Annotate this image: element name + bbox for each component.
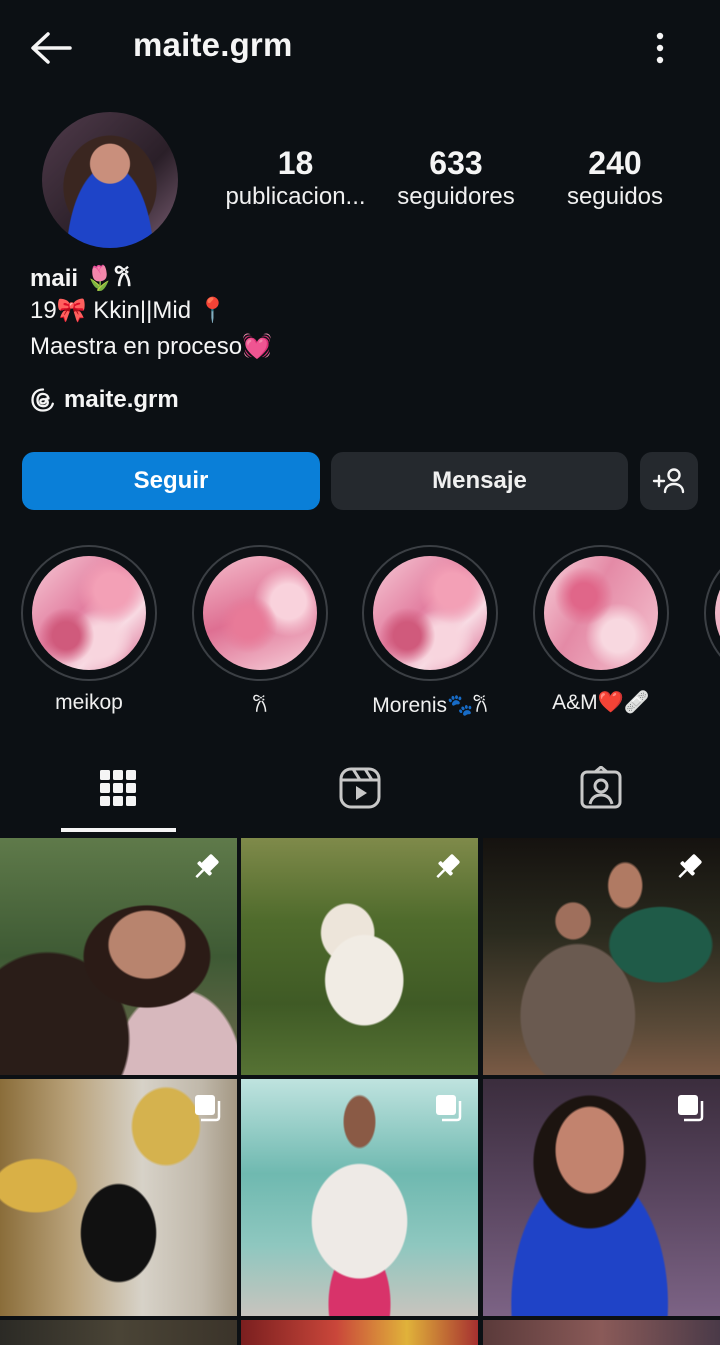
carousel-icon [436,1095,462,1122]
stat-followers-label: seguidores [397,183,515,210]
carousel-icon [678,1095,704,1122]
pin-icon [195,854,219,878]
stat-posts-value: 18 [277,145,314,181]
reels-icon[interactable] [338,766,382,810]
pin-icon [436,854,460,878]
back-arrow-icon[interactable] [28,30,74,66]
pin-icon [678,854,702,878]
story-highlight[interactable]: A&M❤️🩹 [533,545,669,715]
highlight-label: A&M❤️🩹 [552,691,650,714]
highlight-ring [704,545,720,681]
highlight-label: meikop [55,691,123,714]
highlight-label: Morenis🐾𐙚 [372,694,488,717]
carousel-icon [195,1095,221,1122]
post-thumbnail[interactable] [483,1320,720,1345]
stat-following-value: 240 [588,145,642,181]
bio-line: 19🎀 Kkin||Mid 📍 [30,297,228,324]
stat-posts[interactable]: 18 publicacion... [218,144,373,212]
stat-following[interactable]: 240 seguidos [548,144,682,212]
threads-icon [31,388,54,412]
highlight-ring [533,545,669,681]
bio-line: Maestra en proceso💓 [30,333,272,360]
post-thumbnail[interactable] [0,1079,237,1316]
post-thumbnail[interactable] [241,838,478,1075]
highlight-ring [192,545,328,681]
highlight-cover [544,556,658,670]
page-title: maite.grm [133,26,293,63]
post-thumbnail[interactable] [483,1079,720,1316]
message-button[interactable]: Mensaje [331,452,628,510]
stat-posts-label: publicacion... [225,183,366,210]
grid-icon[interactable] [96,766,140,810]
threads-handle: maite.grm [64,386,179,413]
post-thumbnail[interactable] [483,838,720,1075]
active-tab-indicator [61,828,176,832]
highlight-cover [715,556,720,670]
tagged-icon[interactable] [579,766,623,810]
highlight-ring [362,545,498,681]
post-thumbnail[interactable] [241,1320,478,1345]
add-person-icon [652,468,685,494]
more-options-icon[interactable] [650,30,670,66]
follow-button[interactable]: Seguir [22,452,320,510]
post-thumbnail[interactable] [241,1079,478,1316]
highlight-label: 𐙚 [252,694,268,717]
story-highlight-partial[interactable] [704,545,720,681]
suggested-users-button[interactable] [640,452,698,510]
story-highlight[interactable]: 𐙚 [192,545,328,719]
story-highlight[interactable]: Morenis🐾𐙚 [362,545,498,719]
avatar[interactable] [42,112,178,248]
threads-link[interactable]: maite.grm [30,386,179,414]
highlight-cover [373,556,487,670]
stat-following-label: seguidos [566,183,664,210]
post-thumbnail[interactable] [0,1320,237,1345]
stat-followers[interactable]: 633 seguidores [383,144,529,212]
highlight-cover [32,556,146,670]
post-thumbnail[interactable] [0,838,237,1075]
highlight-cover [203,556,317,670]
profile-name: maii 🌷𐙚 [30,265,132,292]
story-highlight[interactable]: meikop [21,545,157,715]
highlight-ring [21,545,157,681]
stat-followers-value: 633 [429,145,483,181]
